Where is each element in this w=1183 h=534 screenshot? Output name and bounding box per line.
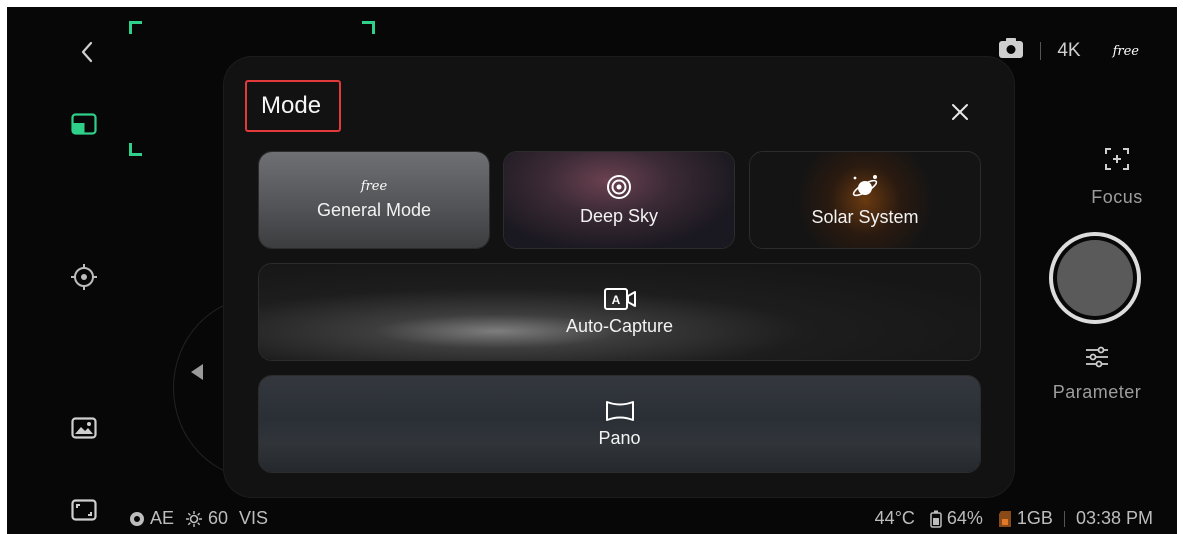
free-badge-icon: free <box>1112 43 1139 59</box>
status-right: 44°C 64% 1GB 03:38 PM <box>875 508 1153 529</box>
storage-icon <box>998 510 1011 527</box>
brightness-icon <box>186 510 203 527</box>
auto-camera-icon: A <box>603 287 636 310</box>
mode-card-general[interactable]: free General Mode <box>258 151 490 249</box>
viewfinder-corner <box>129 21 142 34</box>
battery-icon <box>930 510 942 528</box>
top-status-strip: 4K free <box>998 37 1139 65</box>
clock: 03:38 PM <box>1075 508 1153 528</box>
brightness-value: 60 <box>208 508 229 528</box>
viewfinder-corner <box>362 21 375 34</box>
pano-thumbnail <box>259 376 980 472</box>
mode-card-solar-system[interactable]: Solar System <box>749 151 981 249</box>
shutter-inner <box>1057 240 1133 316</box>
mode-card-auto-capture[interactable]: A Auto-Capture <box>258 263 981 361</box>
temperature-value: 44°C <box>874 508 915 528</box>
target-rings-icon <box>607 174 631 199</box>
close-icon[interactable] <box>947 99 973 125</box>
mode-card-label: Deep Sky <box>579 205 659 226</box>
deep-sky-thumbnail <box>504 152 734 248</box>
mode-card-label: Solar System <box>811 206 919 227</box>
resolution-label[interactable]: 4K <box>1057 40 1080 62</box>
vis-label: VIS <box>239 508 269 528</box>
planet-icon <box>852 174 878 196</box>
viewfinder-corner <box>129 143 142 156</box>
svg-text:A: A <box>611 293 620 307</box>
focus-icon <box>1105 148 1129 170</box>
mode-card-label: General Mode <box>316 200 432 220</box>
panorama-icon <box>605 400 634 421</box>
mode-card-deep-sky[interactable]: Deep Sky <box>503 151 735 249</box>
divider <box>1063 510 1065 527</box>
parameter-control[interactable]: Parameter <box>1037 345 1157 403</box>
mode-dialog: Mode free General Mode Deep Sky Solar Sy… <box>224 57 1014 497</box>
camera-screen: 4K free Focus Parameter AE 60 VIS 44°C 6… <box>7 7 1177 534</box>
ae-label: AE <box>150 508 175 528</box>
shutter-button[interactable] <box>1049 232 1141 324</box>
parameter-label: Parameter <box>1052 382 1142 402</box>
sliders-icon <box>1086 346 1108 368</box>
aperture-icon <box>130 511 144 526</box>
auto-capture-thumbnail <box>259 264 980 360</box>
mode-card-pano[interactable]: Pano <box>258 375 981 473</box>
free-badge-icon: free <box>360 179 388 194</box>
focus-control[interactable]: Focus <box>1067 146 1167 208</box>
layout-icon[interactable] <box>67 107 101 141</box>
gallery-icon[interactable] <box>67 411 101 445</box>
status-left: AE 60 VIS <box>129 508 268 529</box>
fullscreen-icon[interactable] <box>67 493 101 527</box>
storage-value: 1GB <box>1016 508 1053 528</box>
camera-icon[interactable] <box>998 37 1024 65</box>
mode-card-label: Pano <box>598 427 641 448</box>
dial-left-arrow-icon[interactable] <box>191 364 203 380</box>
locate-icon[interactable] <box>67 260 101 294</box>
mode-title: Mode <box>245 80 341 132</box>
mode-card-label: Auto-Capture <box>565 315 674 336</box>
battery-value: 64% <box>946 508 983 528</box>
focus-label: Focus <box>1091 187 1143 207</box>
divider <box>1040 42 1042 60</box>
back-icon[interactable] <box>70 35 104 69</box>
